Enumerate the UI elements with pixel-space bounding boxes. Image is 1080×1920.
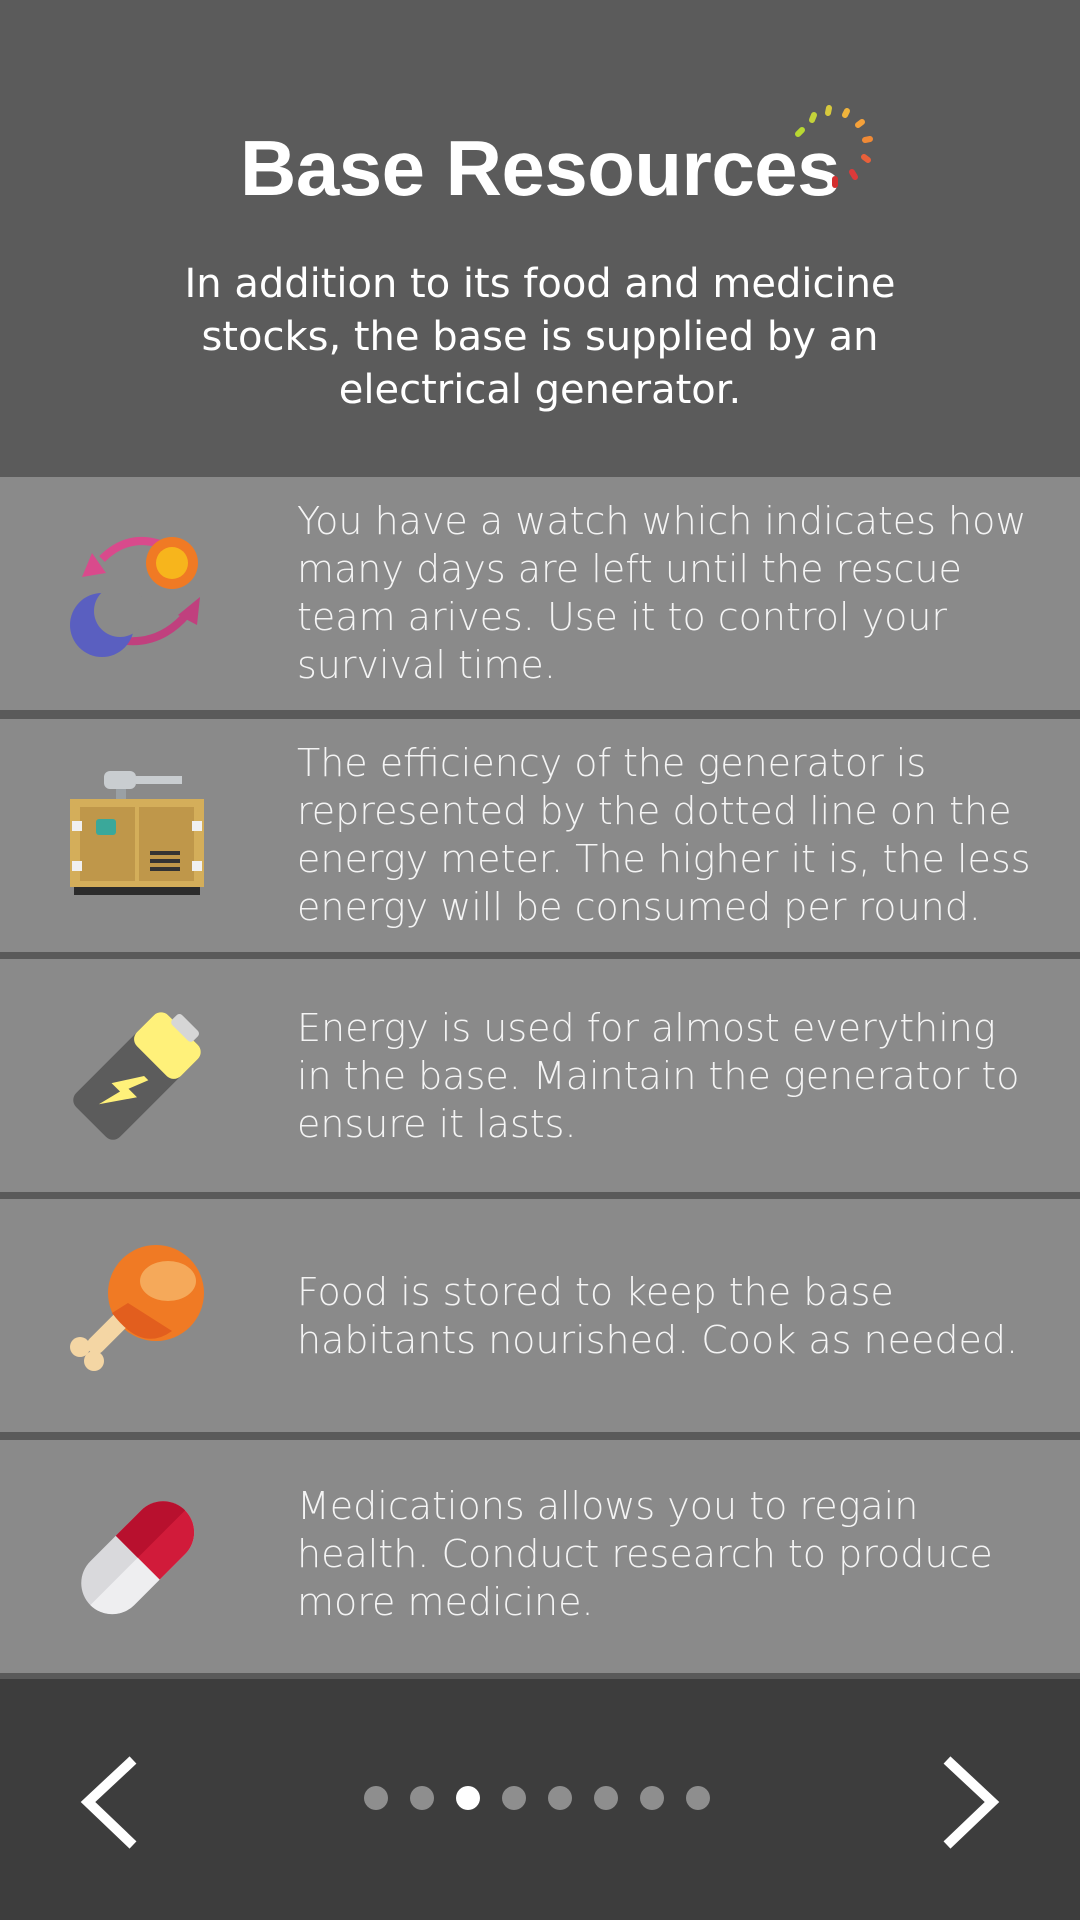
- list-item: Energy is used for almost everything in …: [0, 959, 1080, 1192]
- generator-icon: [70, 771, 204, 895]
- title-wrap: Base Resources: [0, 118, 1080, 218]
- list-item: Food is stored to keep the base habitant…: [0, 1199, 1080, 1432]
- pill-icon: [81, 1501, 195, 1615]
- row-text: Energy is used for almost everything in …: [297, 1006, 1020, 1146]
- gauge-icon: [795, 105, 873, 188]
- row-text: The efficiency of the generator is repre…: [297, 741, 1031, 929]
- header: Base Resources In addition to its food a…: [0, 0, 1080, 477]
- chicken-leg-icon: [70, 1245, 204, 1371]
- row-text: You have a watch which indicates how man…: [297, 499, 1027, 687]
- row-text: Food is stored to keep the base habitant…: [297, 1270, 1019, 1362]
- page-dot[interactable]: [502, 1786, 526, 1810]
- page-dot[interactable]: [640, 1786, 664, 1810]
- page-dot-active[interactable]: [456, 1786, 480, 1810]
- page-subtitle: In addition to its food and medicine sto…: [184, 261, 896, 413]
- list-item: The efficiency of the generator is repre…: [0, 719, 1080, 952]
- page-dot[interactable]: [364, 1786, 388, 1810]
- list-item: Medications allows you to regain health.…: [0, 1440, 1080, 1673]
- page-dot[interactable]: [410, 1786, 434, 1810]
- battery-icon: [73, 1012, 201, 1140]
- row-text: Medications allows you to regain health.…: [297, 1484, 993, 1624]
- page-dot[interactable]: [686, 1786, 710, 1810]
- page-title: Base Resources: [239, 124, 841, 212]
- list-item: You have a watch which indicates how man…: [0, 477, 1080, 710]
- page-dot[interactable]: [594, 1786, 618, 1810]
- previous-arrow-icon[interactable]: [78, 1755, 148, 1850]
- footer-nav: [0, 1679, 1080, 1920]
- day-night-cycle-icon: [70, 537, 200, 657]
- page-dot[interactable]: [548, 1786, 572, 1810]
- next-arrow-icon[interactable]: [932, 1755, 1002, 1850]
